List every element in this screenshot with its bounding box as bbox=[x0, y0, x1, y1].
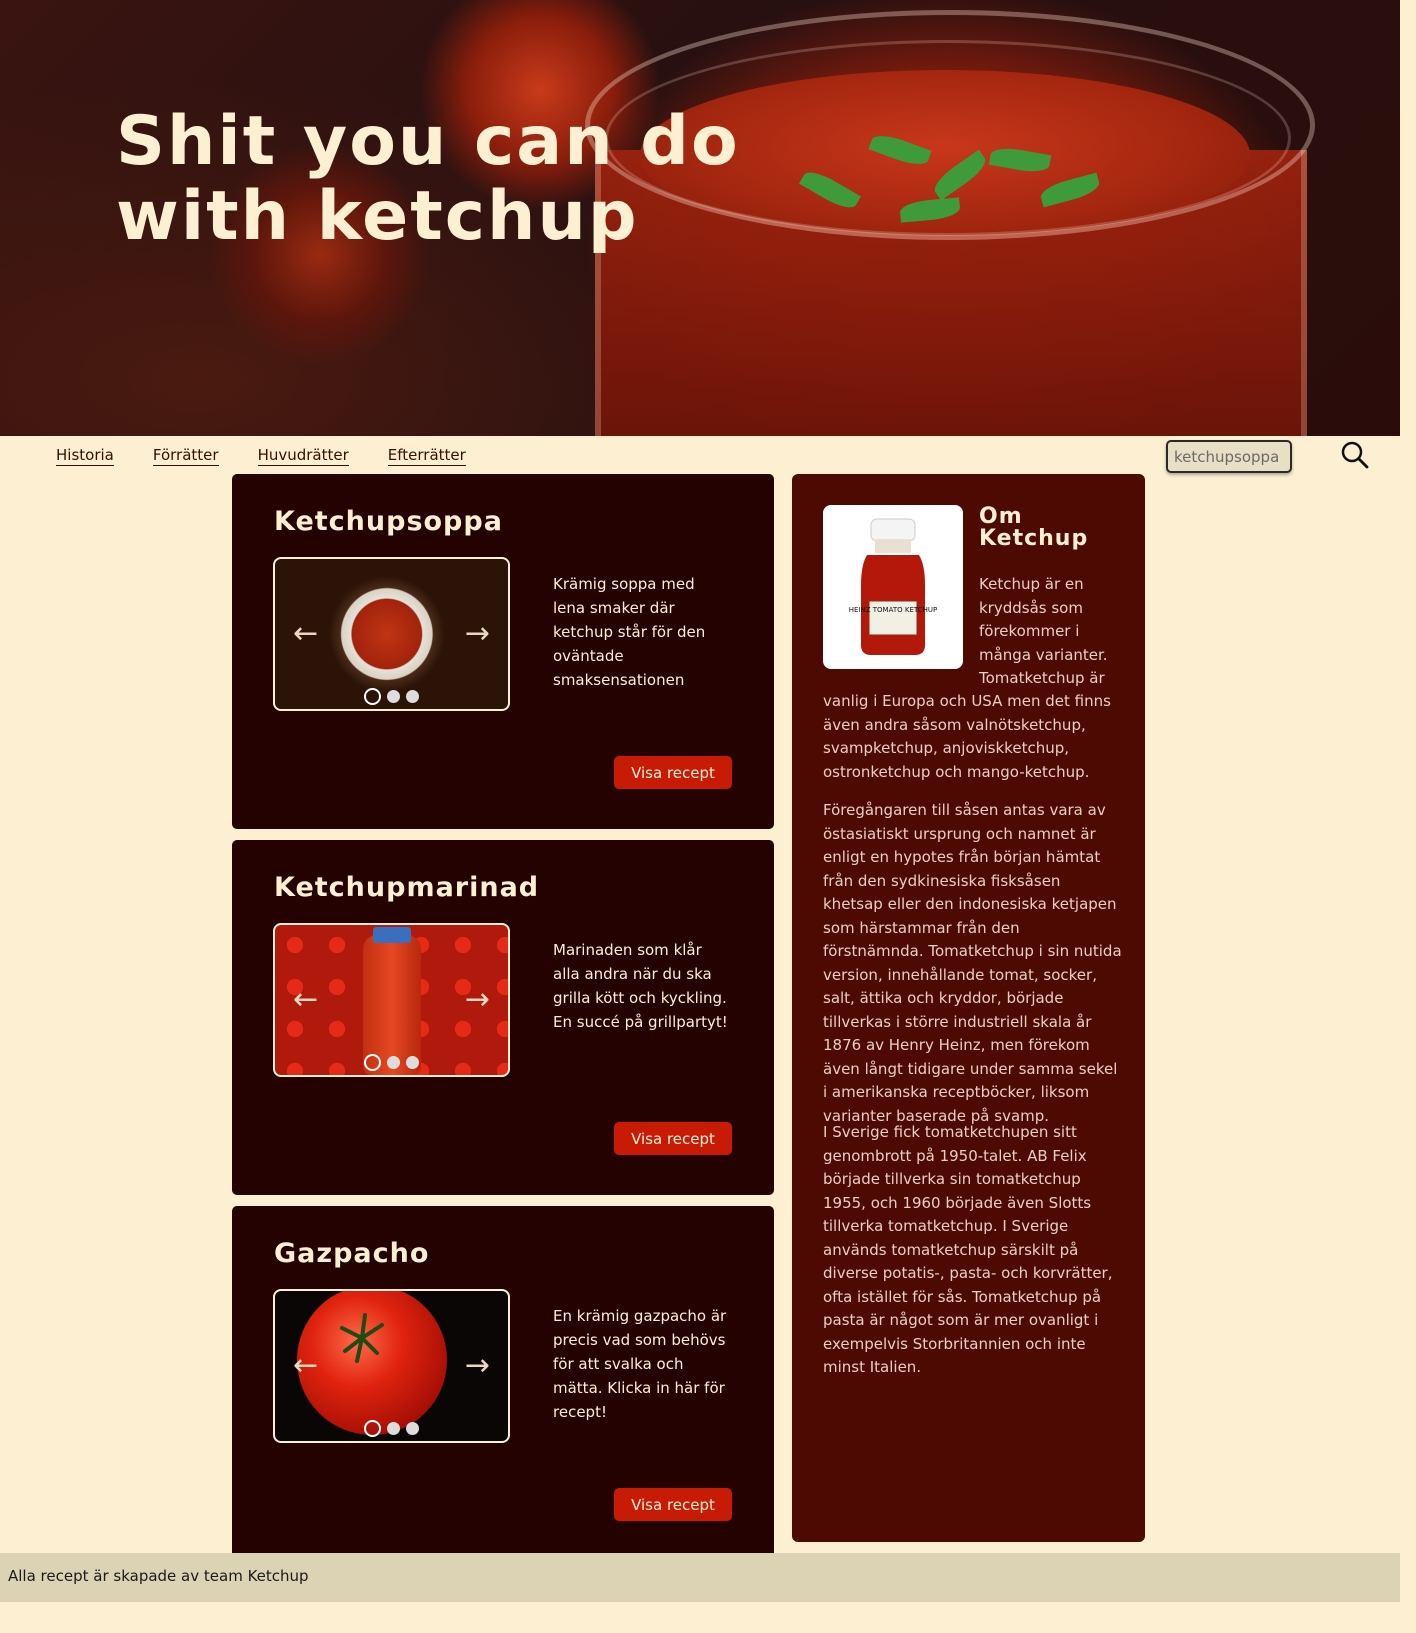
recipe-description: En krämig gazpacho är precis vad som beh… bbox=[553, 1307, 727, 1421]
recipe-card: Gazpacho ← → En krämig gazpacho är preci… bbox=[232, 1206, 774, 1561]
hero-banner: Shit you can do with ketchup bbox=[0, 0, 1400, 436]
recipe-description: Marinaden som klår alla andra när du ska… bbox=[553, 941, 728, 1031]
arrow-left-icon[interactable]: ← bbox=[293, 1351, 318, 1381]
about-history-paragraph: Föregångaren till såsen antas vara av ös… bbox=[823, 801, 1122, 1125]
carousel-dot[interactable] bbox=[364, 688, 381, 705]
arrow-left-icon[interactable]: ← bbox=[293, 985, 318, 1015]
recipe-card: Ketchupsoppa ← → Krämig soppa med lena s… bbox=[232, 474, 774, 829]
recipe-title: Gazpacho bbox=[274, 1238, 430, 1269]
carousel-dot[interactable] bbox=[387, 1056, 400, 1069]
arrow-right-icon[interactable]: → bbox=[465, 619, 490, 649]
view-recipe-button[interactable]: Visa recept bbox=[614, 1122, 732, 1155]
nav-link-historia[interactable]: Historia bbox=[56, 446, 114, 466]
hero-title: Shit you can do with ketchup bbox=[116, 102, 740, 256]
recipe-card: Ketchupmarinad ← → Marinaden som klår al… bbox=[232, 840, 774, 1195]
tomato-stem-icon bbox=[340, 1313, 384, 1363]
recipe-carousel[interactable]: ← → bbox=[273, 557, 510, 711]
nav-link-forratter[interactable]: Förrätter bbox=[152, 446, 219, 466]
about-intro: Ketchup är en kryddsås som förekommer i … bbox=[979, 575, 1108, 687]
arrow-right-icon[interactable]: → bbox=[465, 1351, 490, 1381]
carousel-dot[interactable] bbox=[364, 1420, 381, 1437]
carousel-dots bbox=[275, 1054, 508, 1071]
carousel-dots bbox=[275, 688, 508, 705]
recipe-carousel[interactable]: ← → bbox=[273, 923, 510, 1077]
recipe-description: Krämig soppa med lena smaker där ketchup… bbox=[553, 575, 706, 689]
nav-link-huvudratter[interactable]: Huvudrätter bbox=[257, 446, 349, 466]
carousel-dot[interactable] bbox=[406, 1422, 419, 1435]
bottle-cap bbox=[373, 927, 411, 943]
about-intro-continued: vanlig i Europa och USA men det finns äv… bbox=[823, 692, 1111, 781]
carousel-dot[interactable] bbox=[364, 1054, 381, 1071]
view-recipe-button[interactable]: Visa recept bbox=[614, 756, 732, 789]
ketchup-bottle-icon: HEINZ TOMATO KETCHUP bbox=[849, 518, 937, 655]
ketchup-bottle-image: HEINZ TOMATO KETCHUP bbox=[823, 505, 963, 669]
footer-text: Alla recept är skapade av team Ketchup bbox=[8, 1567, 309, 1585]
about-title: Om Ketchup bbox=[979, 504, 1089, 551]
carousel-dot[interactable] bbox=[406, 690, 419, 703]
carousel-dot[interactable] bbox=[387, 1422, 400, 1435]
search-input[interactable] bbox=[1166, 440, 1292, 473]
recipe-title: Ketchupmarinad bbox=[274, 872, 540, 903]
carousel-dots bbox=[275, 1420, 508, 1437]
view-recipe-button[interactable]: Visa recept bbox=[614, 1488, 732, 1521]
footer: Alla recept är skapade av team Ketchup bbox=[0, 1553, 1400, 1602]
arrow-right-icon[interactable]: → bbox=[465, 985, 490, 1015]
about-sweden-paragraph: I Sverige fick tomatketchupen sitt genom… bbox=[823, 1123, 1113, 1376]
carousel-dot[interactable] bbox=[387, 690, 400, 703]
arrow-left-icon[interactable]: ← bbox=[293, 619, 318, 649]
recipe-carousel[interactable]: ← → bbox=[273, 1289, 510, 1443]
search-icon[interactable] bbox=[1340, 440, 1370, 470]
nav-link-efterratter[interactable]: Efterrätter bbox=[387, 446, 466, 466]
recipe-title: Ketchupsoppa bbox=[274, 506, 503, 537]
carousel-dot[interactable] bbox=[406, 1056, 419, 1069]
main-nav: Historia Förrätter Huvudrätter Efterrätt… bbox=[56, 446, 466, 466]
about-ketchup-panel: HEINZ TOMATO KETCHUP Om Ketchup Ketchup … bbox=[792, 474, 1145, 1542]
bottle-label-brand: HEINZ TOMATO KETCHUP bbox=[849, 606, 937, 614]
